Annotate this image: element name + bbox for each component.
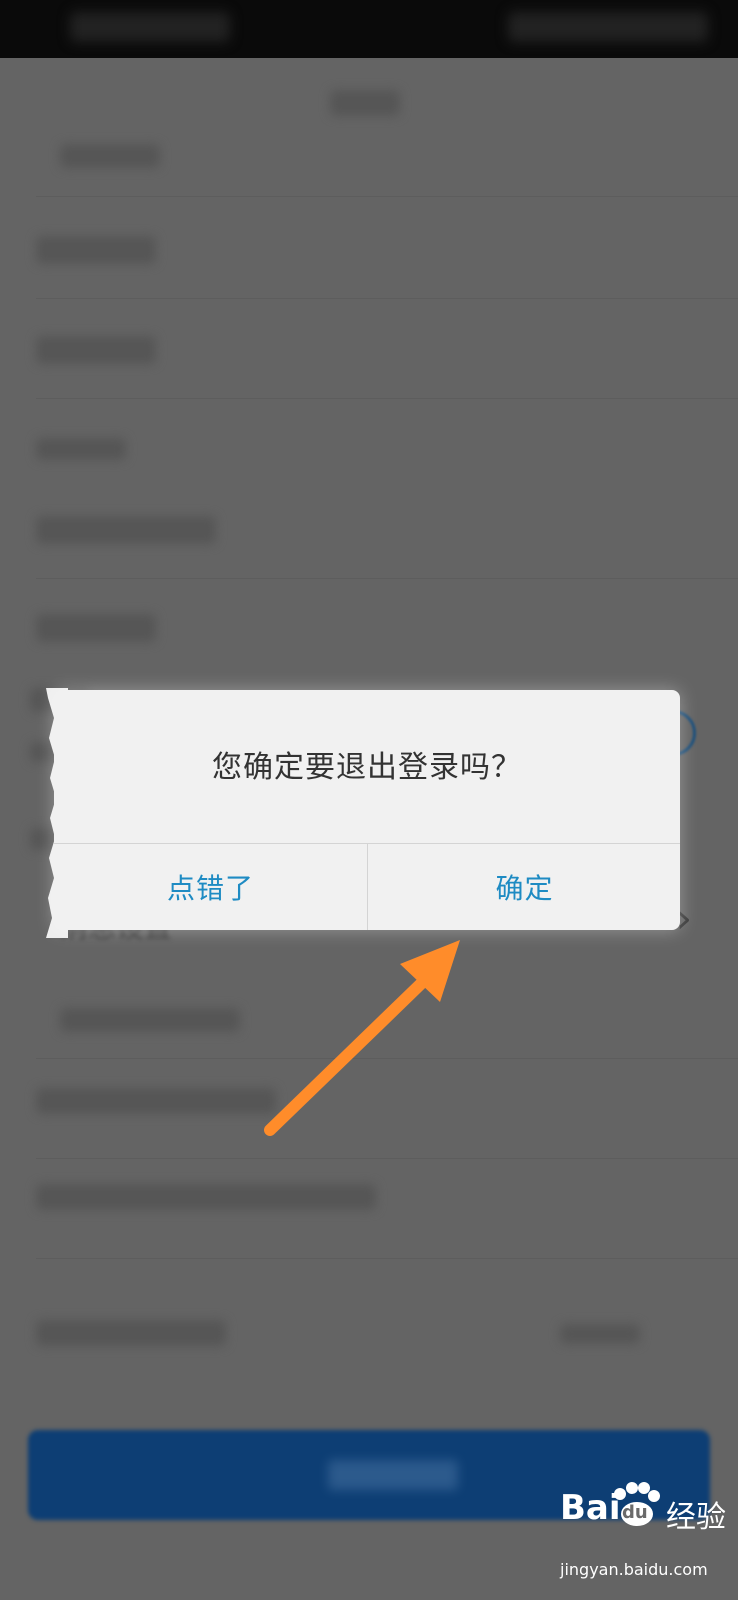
section-header-blurred xyxy=(36,438,126,460)
settings-item-blurred xyxy=(36,1320,226,1346)
baidu-jingyan-watermark: Bai du 经验 jingyan.baidu.com xyxy=(560,1482,730,1588)
settings-item-blurred xyxy=(60,1008,240,1032)
settings-item-blurred xyxy=(36,336,156,364)
row-divider xyxy=(36,398,738,399)
logout-button-label-blurred xyxy=(328,1460,458,1490)
dialog-message: 您确定要退出登录吗？ xyxy=(212,750,522,785)
settings-value-blurred xyxy=(560,1324,640,1344)
confirm-button[interactable]: 确定 xyxy=(368,844,680,930)
watermark-domain: jingyan.baidu.com xyxy=(560,1560,708,1579)
row-divider xyxy=(36,196,738,197)
settings-item-blurred xyxy=(60,144,160,168)
status-bar-left-blur xyxy=(70,12,230,42)
status-bar-right-blur xyxy=(508,12,708,42)
watermark-brand-cn: 经验 xyxy=(666,1500,726,1535)
logout-confirm-dialog: 您确定要退出登录吗？ 点错了 确定 xyxy=(54,690,680,930)
cancel-button[interactable]: 点错了 xyxy=(54,844,367,930)
status-bar xyxy=(0,0,738,58)
settings-item-blurred xyxy=(36,1088,276,1114)
page-title-blurred xyxy=(330,90,400,116)
settings-item-blurred xyxy=(36,614,156,642)
settings-item-blurred xyxy=(36,516,216,544)
row-divider xyxy=(36,1158,738,1159)
watermark-brand-du: du xyxy=(622,1502,648,1523)
row-divider xyxy=(36,1258,738,1259)
orange-arrow-icon xyxy=(264,940,460,1136)
row-divider xyxy=(36,578,738,579)
settings-item-blurred xyxy=(36,1184,376,1210)
row-divider xyxy=(36,298,738,299)
settings-item-blurred xyxy=(36,236,156,264)
